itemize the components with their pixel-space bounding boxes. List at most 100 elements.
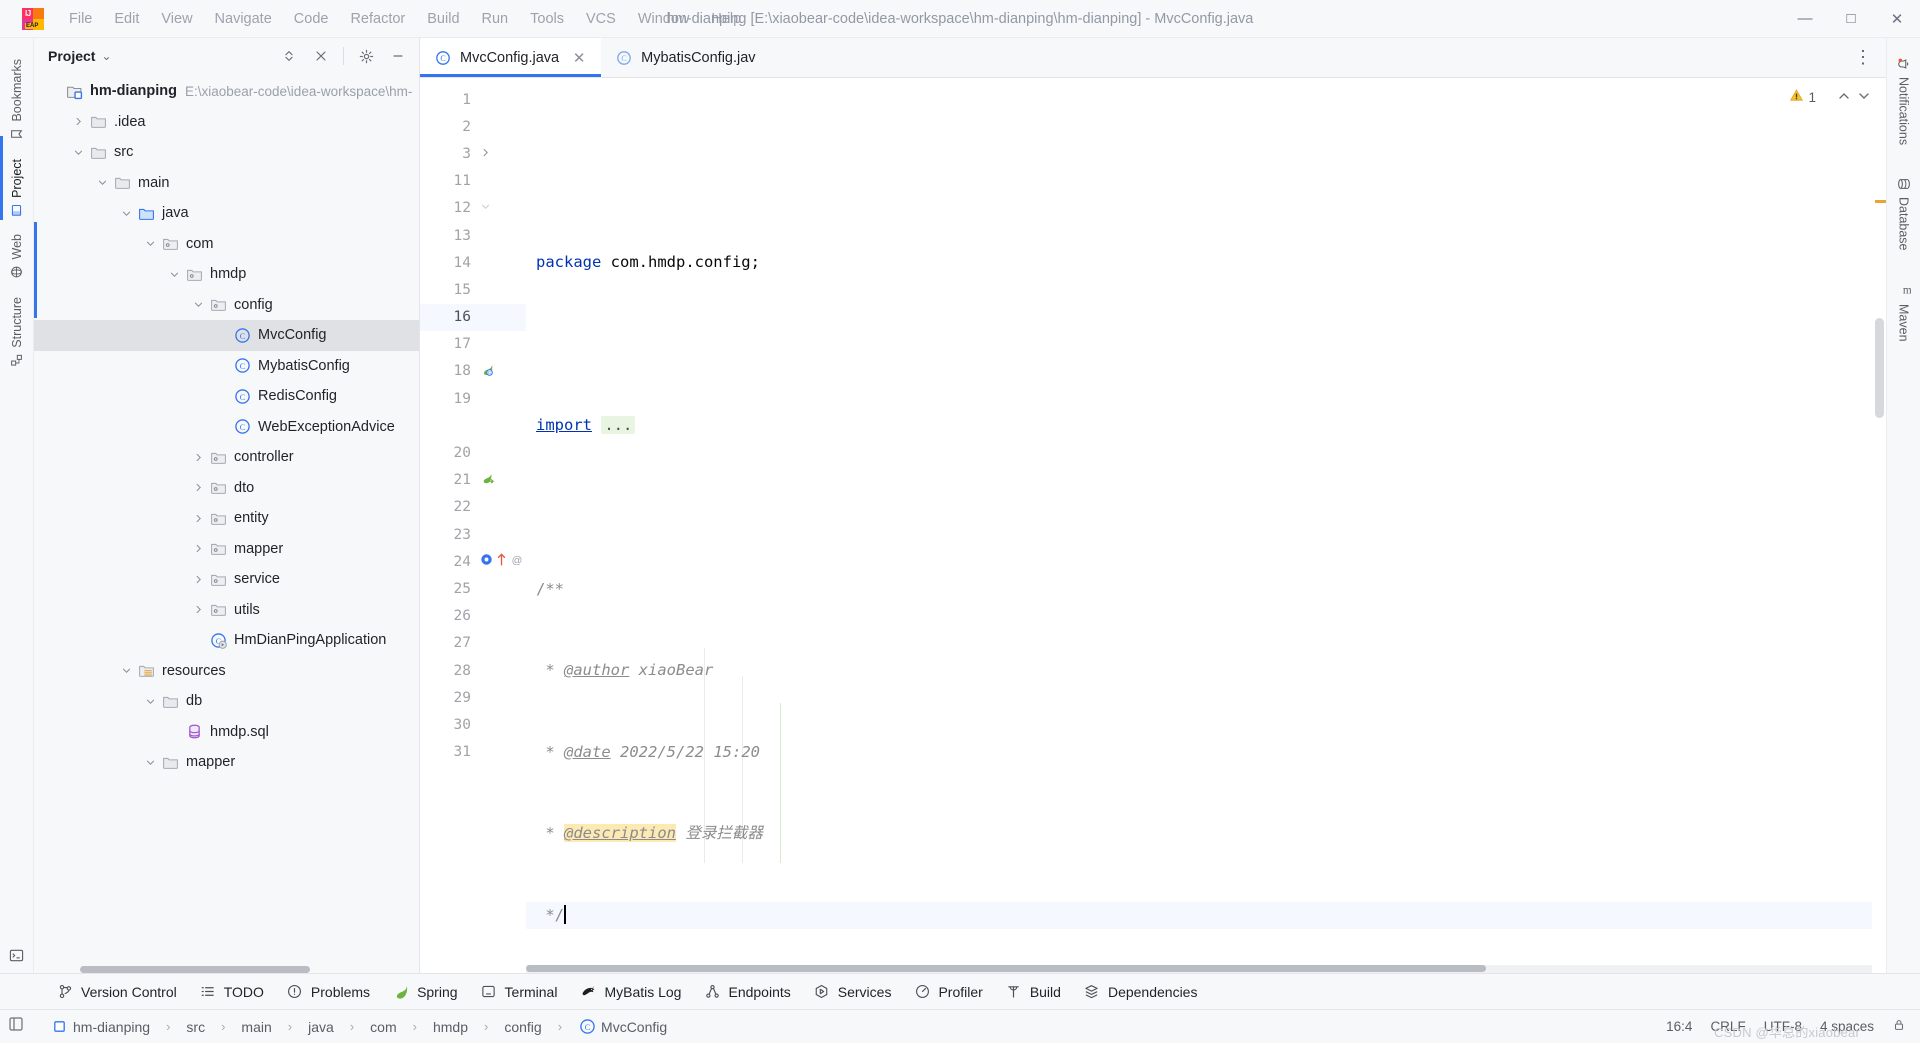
gutter-line[interactable]: 2 [420, 113, 526, 140]
override-arrow-icon[interactable] [496, 553, 507, 571]
inspection-nav[interactable] [1836, 88, 1872, 104]
spring-bean-icon[interactable]: C [480, 362, 495, 381]
more-options-icon[interactable]: ⋮ [1850, 45, 1876, 71]
gutter-line[interactable]: 12 [420, 195, 526, 222]
gutter-line[interactable]: 31 [420, 739, 526, 766]
minimize-button[interactable]: — [1782, 0, 1828, 38]
bottom-tab-problems[interactable]: Problems [276, 978, 380, 1006]
layout-toggle-icon[interactable] [8, 1016, 24, 1037]
chevron-down-icon[interactable] [70, 147, 87, 158]
breadcrumb-item-src[interactable]: src [182, 1017, 209, 1037]
gutter-markers[interactable] [474, 471, 520, 490]
bottom-tab-services[interactable]: Services [803, 978, 902, 1006]
bottom-tab-terminal[interactable]: Terminal [470, 978, 568, 1006]
maximize-button[interactable]: □ [1828, 0, 1874, 38]
chevron-right-icon[interactable] [70, 116, 87, 127]
gutter-line[interactable]: 15 [420, 276, 526, 303]
gutter-line[interactable]: 30 [420, 711, 526, 738]
breadcrumb-item-mvcconfig[interactable]: C MvcConfig [574, 1016, 671, 1038]
gutter-line[interactable]: 14 [420, 249, 526, 276]
file-encoding[interactable]: UTF-8 [1764, 1019, 1802, 1034]
gutter-line[interactable]: 29 [420, 684, 526, 711]
chevron-down-icon[interactable] [118, 665, 135, 676]
chevron-right-icon[interactable] [190, 482, 207, 493]
minimize-icon[interactable] [385, 43, 411, 69]
code-editor[interactable]: 1 2 3 11 12 13 14 15 16 17 18 C 19 20 21 22 23 24 @25 26 27 2… [420, 78, 1886, 973]
project-tree[interactable]: hm-dianping E:\xiaobear-code\idea-workspa… [34, 74, 419, 973]
expand-collapse-icon[interactable] [276, 43, 302, 69]
close-button[interactable]: ✕ [1874, 0, 1920, 38]
spring-autowire-icon[interactable] [480, 471, 495, 490]
tree-node-hmdp-sql[interactable]: hmdp.sql [34, 717, 419, 748]
fold-collapsed[interactable] [480, 146, 491, 162]
gutter-line[interactable]: 17 [420, 331, 526, 358]
tree-node-controller[interactable]: controller [34, 442, 419, 473]
chevron-right-icon[interactable] [190, 604, 207, 615]
gutter-line[interactable]: 23 [420, 521, 526, 548]
menu-window[interactable]: Window [627, 7, 701, 31]
menu-file[interactable]: File [58, 7, 103, 31]
bottom-tab-spring[interactable]: Spring [382, 978, 467, 1006]
gutter-line[interactable] [420, 412, 526, 439]
gutter-line[interactable]: 27 [420, 630, 526, 657]
chevron-right-icon[interactable] [190, 543, 207, 554]
gutter-line[interactable]: 21 [420, 467, 526, 494]
tree-node-entity[interactable]: entity [34, 503, 419, 534]
editor-vscrollbar[interactable] [1872, 78, 1886, 973]
gutter-line[interactable]: 13 [420, 222, 526, 249]
rail-item-maven[interactable]: m Maven [1894, 274, 1913, 351]
gutter-line[interactable]: 25 [420, 575, 526, 602]
tree-node-mybatisconfig[interactable]: C MybatisConfig [34, 351, 419, 382]
editor-gutter[interactable]: 1 2 3 11 12 13 14 15 16 17 18 C 19 20 21 22 23 24 @25 26 27 2… [420, 78, 526, 973]
rail-item-web[interactable]: Web [8, 225, 26, 287]
tree-node-utils[interactable]: utils [34, 595, 419, 626]
gutter-line[interactable]: 28 [420, 657, 526, 684]
gutter-line[interactable]: 11 [420, 168, 526, 195]
breadcrumb-item-hm-dianping[interactable]: hm-dianping [46, 1016, 154, 1038]
menu-run[interactable]: Run [471, 7, 520, 31]
rail-item-structure[interactable]: Structure [8, 288, 26, 376]
inspection-warning-badge[interactable]: 1 [1789, 88, 1816, 106]
chevron-right-icon[interactable] [190, 574, 207, 585]
breadcrumb-item-com[interactable]: com [366, 1017, 400, 1037]
tree-node-hm-dianping[interactable]: hm-dianping E:\xiaobear-code\idea-workspa… [34, 76, 419, 107]
breadcrumb[interactable]: hm-dianping › src › main › java › com › hmdp › confi… [46, 1016, 671, 1038]
tree-node--idea[interactable]: .idea [34, 107, 419, 138]
tree-node-mapper[interactable]: mapper [34, 747, 419, 778]
chevron-down-icon[interactable] [190, 299, 207, 310]
breadcrumb-item-config[interactable]: config [500, 1017, 545, 1037]
chevron-down-icon[interactable] [142, 757, 159, 768]
gutter-line[interactable]: 24 @ [420, 548, 526, 575]
hide-icon[interactable] [308, 43, 334, 69]
rail-item-notifications[interactable]: Notifications [1895, 48, 1913, 154]
tree-node-java[interactable]: java [34, 198, 419, 229]
editor-hscrollbar-thumb[interactable] [526, 965, 1486, 972]
scrollbar-thumb[interactable] [1875, 318, 1884, 418]
bottom-tab-build[interactable]: Build [995, 978, 1071, 1006]
annotation-icon[interactable]: @ [510, 553, 524, 571]
tree-node-hmdianpingapplication[interactable]: C HmDianPingApplication [34, 625, 419, 656]
editor-tab-mvcconfig[interactable]: C MvcConfig.java ✕ [420, 38, 602, 77]
tree-node-src[interactable]: src [34, 137, 419, 168]
gutter-line[interactable]: 18 C [420, 358, 526, 385]
rail-item-database[interactable]: Database [1895, 168, 1913, 260]
folded-imports[interactable]: ... [601, 416, 636, 435]
gutter-markers[interactable]: C [474, 362, 520, 381]
line-separator[interactable]: CRLF [1710, 1019, 1745, 1034]
fold-expanded[interactable] [480, 200, 491, 216]
rail-item-bookmarks[interactable]: Bookmarks [8, 50, 26, 150]
tree-node-com[interactable]: com [34, 229, 419, 260]
gutter-line[interactable]: 26 [420, 603, 526, 630]
editor-tab-mybatisconfig[interactable]: C MybatisConfig.jav [601, 38, 769, 77]
tree-node-webexceptionadvice[interactable]: C WebExceptionAdvice [34, 412, 419, 443]
tree-node-resources[interactable]: resources [34, 656, 419, 687]
bottom-tab-endpoints[interactable]: Endpoints [693, 978, 800, 1006]
tree-node-db[interactable]: db [34, 686, 419, 717]
chevron-down-icon[interactable] [142, 696, 159, 707]
tree-node-hmdp[interactable]: hmdp [34, 259, 419, 290]
gutter-markers[interactable]: @ [474, 553, 522, 571]
bottom-tab-profiler[interactable]: Profiler [903, 978, 992, 1006]
gutter-line[interactable]: 22 [420, 494, 526, 521]
gutter-line[interactable]: 16 [420, 303, 526, 331]
caret-position[interactable]: 16:4 [1666, 1019, 1692, 1034]
